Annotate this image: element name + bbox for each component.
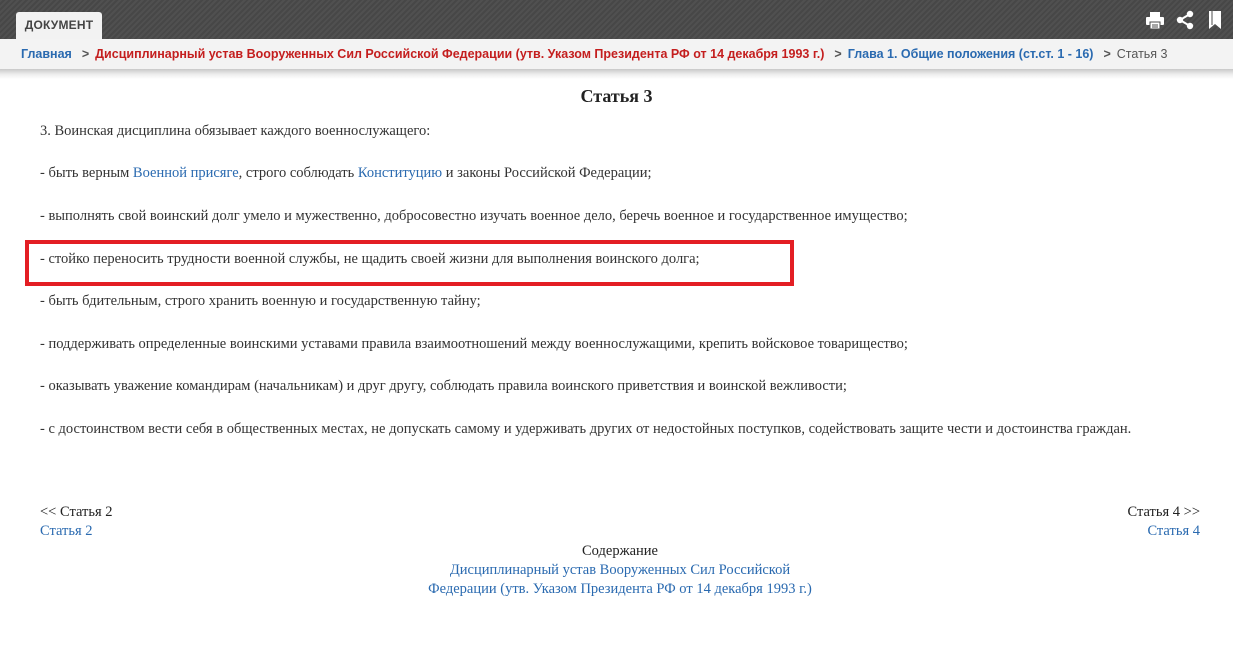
next-article-link[interactable]: Статья 4 <box>1127 522 1200 541</box>
prev-article-label: << Статья 2 <box>40 504 113 520</box>
article-title: Статья 3 <box>580 86 653 106</box>
breadcrumb-home[interactable]: Главная <box>21 47 72 61</box>
prev-article-link[interactable]: Статья 2 <box>40 522 113 541</box>
article-intro: 3. Воинская дисциплина обязывает каждого… <box>40 123 431 139</box>
breadcrumb-document[interactable]: Дисциплинарный устав Вооруженных Сил Рос… <box>95 47 824 61</box>
next-article-label: Статья 4 >> <box>1127 504 1200 520</box>
share-icon[interactable] <box>1175 10 1195 30</box>
breadcrumb-separator: > <box>834 47 842 61</box>
toc-document-link[interactable]: Дисциплинарный устав Вооруженных Сил Рос… <box>420 561 820 599</box>
link-military-oath[interactable]: Военной присяге <box>133 165 239 181</box>
prev-article-nav: << Статья 2 Статья 2 <box>40 503 113 541</box>
breadcrumb-separator: > <box>1103 47 1111 61</box>
item-text: , строго соблюдать <box>238 165 358 181</box>
breadcrumb-separator: > <box>81 47 90 61</box>
highlight-box <box>25 240 794 286</box>
toc-label: Содержание <box>582 543 658 559</box>
breadcrumb: Главная > Дисциплинарный устав Вооруженных… <box>0 39 1233 69</box>
breadcrumb-current: Статья 3 <box>1116 47 1168 61</box>
tab-document[interactable]: ДОКУМЕНТ <box>16 12 102 39</box>
next-article-nav: Статья 4 >> Статья 4 <box>1127 503 1200 541</box>
bookmark-icon[interactable] <box>1205 10 1225 30</box>
print-icon[interactable] <box>1145 10 1165 30</box>
article-item-oath: - быть верным Военной присяге, строго со… <box>40 165 652 182</box>
top-bar: ДОКУМЕНТ <box>0 0 1233 39</box>
breadcrumb-chapter[interactable]: Глава 1. Общие положения (ст.ст. 1 - 16) <box>848 47 1094 61</box>
toolbar-icons <box>1145 10 1225 30</box>
link-constitution[interactable]: Конституцию <box>358 165 442 181</box>
article-item: - с достоинством вести себя в общественн… <box>40 421 1132 437</box>
article-item: - быть бдительным, строго хранить военну… <box>40 293 481 309</box>
item-text: и законы Российской Федерации; <box>442 165 652 181</box>
article-item: - оказывать уважение командирам (начальн… <box>40 378 847 394</box>
table-of-contents: Содержание Дисциплинарный устав Вооружен… <box>420 542 820 599</box>
article-item: - выполнять свой воинский долг умело и м… <box>40 208 908 224</box>
article-item: - поддерживать определенные воинскими ус… <box>40 336 908 352</box>
breadcrumb-shadow <box>0 69 1233 79</box>
item-text: - быть верным <box>40 165 133 181</box>
